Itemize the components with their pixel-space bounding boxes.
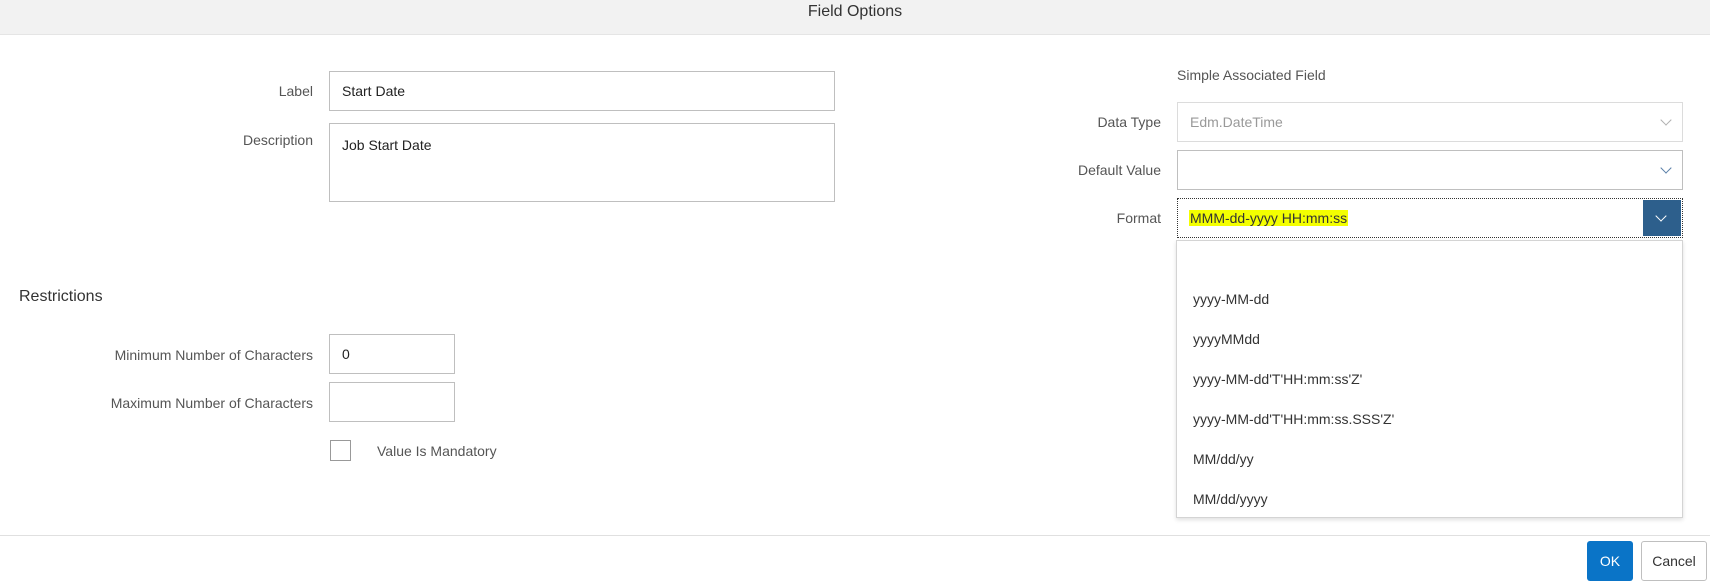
format-caption: Format — [1116, 210, 1161, 226]
label-input[interactable]: Start Date — [329, 71, 835, 111]
data-type-value: Edm.DateTime — [1190, 114, 1283, 130]
data-type-caption: Data Type — [1097, 114, 1161, 130]
format-value[interactable]: MMM-dd-yyyy HH:mm:ss — [1189, 210, 1349, 226]
format-option[interactable]: MM/dd/yy — [1193, 451, 1254, 467]
footer-divider — [0, 535, 1710, 536]
dialog-titlebar: Field Options — [0, 0, 1710, 35]
min-characters-input[interactable]: 0 — [329, 334, 455, 374]
format-option[interactable]: MM/dd/yyyy — [1193, 491, 1268, 507]
description-caption: Description — [242, 132, 313, 148]
format-value-wrapper: MMM-dd-yyyy HH:mm:ss — [1189, 210, 1349, 226]
chevron-down-icon[interactable] — [1660, 162, 1672, 174]
description-value: Job Start Date — [342, 137, 432, 153]
chevron-down-icon — [1655, 210, 1667, 222]
format-option[interactable]: yyyy-MM-dd'T'HH:mm:ss.SSS'Z' — [1193, 411, 1394, 427]
max-characters-input[interactable] — [329, 382, 455, 422]
min-characters-caption: Minimum Number of Characters — [114, 347, 313, 363]
default-value-select[interactable] — [1177, 150, 1683, 190]
format-dropdown-button[interactable] — [1643, 200, 1681, 236]
data-type-select: Edm.DateTime — [1177, 102, 1683, 142]
format-option[interactable]: yyyy-MM-dd'T'HH:mm:ss'Z' — [1193, 371, 1362, 387]
format-dropdown-list: yyyy-MM-dd yyyyMMdd yyyy-MM-dd'T'HH:mm:s… — [1176, 240, 1683, 518]
min-characters-value: 0 — [342, 346, 350, 362]
label-input-value: Start Date — [342, 83, 406, 99]
format-option[interactable]: yyyy-MM-dd — [1193, 291, 1269, 307]
format-option[interactable]: yyyyMMdd — [1193, 331, 1260, 347]
mandatory-checkbox[interactable] — [330, 440, 351, 461]
simple-associated-field-label: Simple Associated Field — [1177, 67, 1326, 83]
chevron-down-icon — [1660, 114, 1672, 126]
max-characters-caption: Maximum Number of Characters — [110, 395, 313, 411]
ok-button[interactable]: OK — [1587, 541, 1633, 581]
dialog-title: Field Options — [807, 3, 903, 20]
cancel-button[interactable]: Cancel — [1641, 541, 1707, 581]
label-caption: Label — [278, 83, 313, 99]
format-combobox[interactable]: MMM-dd-yyyy HH:mm:ss — [1177, 198, 1683, 238]
mandatory-label: Value Is Mandatory — [377, 443, 497, 459]
description-textarea[interactable]: Job Start Date — [329, 123, 835, 202]
default-value-caption: Default Value — [1077, 162, 1161, 178]
restrictions-heading: Restrictions — [19, 288, 103, 305]
